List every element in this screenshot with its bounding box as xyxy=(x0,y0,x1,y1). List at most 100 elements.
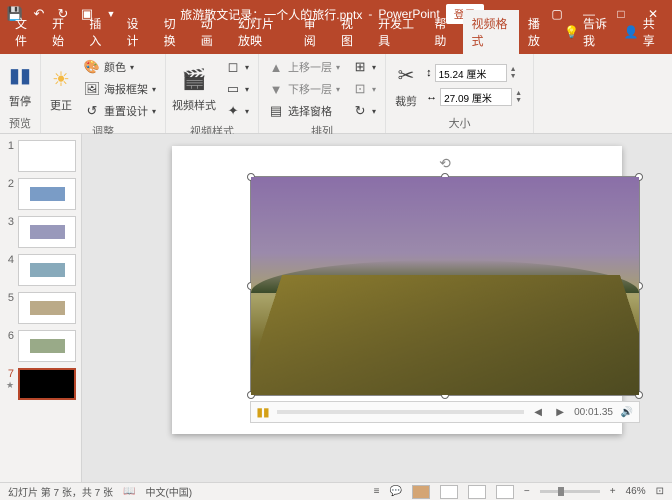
width-icon: ↔ xyxy=(426,91,437,103)
thumbnail-1[interactable]: 1 xyxy=(4,140,77,172)
thumbnail-7[interactable]: 7★ xyxy=(4,368,77,400)
player-prev-icon[interactable]: ◀ xyxy=(530,407,546,418)
player-volume-icon[interactable]: 🔊 xyxy=(619,407,635,418)
status-bar: 幻灯片 第 7 张，共 7 张 📖 中文(中国) ≡ 💬 − + 46% ⊡ xyxy=(0,482,672,500)
color-button[interactable]: 🎨颜色▾ xyxy=(81,57,159,77)
tab-video-format[interactable]: 视频格式 xyxy=(463,10,519,54)
lightbulb-icon: 💡 xyxy=(564,25,579,39)
height-up[interactable]: ▲ xyxy=(510,66,522,73)
ribbon-tabs: 文件 开始 插入 设计 切换 动画 幻灯片放映 审阅 视图 开发工具 帮助 视频… xyxy=(0,28,672,54)
height-icon: ↕ xyxy=(426,67,432,79)
tell-me[interactable]: 💡告诉我 xyxy=(556,10,616,54)
reset-icon: ↺ xyxy=(84,103,100,119)
video-effects-button[interactable]: ✦▾ xyxy=(222,101,252,121)
zoom-in-button[interactable]: + xyxy=(610,486,616,497)
tab-review[interactable]: 审阅 xyxy=(295,10,332,54)
animation-indicator-icon: ★ xyxy=(6,380,14,391)
sorter-view-icon[interactable] xyxy=(440,485,458,499)
group-button[interactable]: ⊡▾ xyxy=(349,79,379,99)
rotate-button[interactable]: ↻▾ xyxy=(349,101,379,121)
align-icon: ⊞ xyxy=(352,59,368,75)
height-input[interactable]: 15.24 厘米 xyxy=(435,64,507,82)
bring-forward-button[interactable]: ▲上移一层▾ xyxy=(265,57,343,77)
group-icon: ⊡ xyxy=(352,81,368,97)
language-indicator[interactable]: 中文(中国) xyxy=(145,484,192,499)
player-next-icon[interactable]: ▶ xyxy=(552,407,568,418)
video-player-bar: ▮▮ ◀ ▶ 00:01.35 🔊 xyxy=(250,401,640,423)
tab-home[interactable]: 开始 xyxy=(43,10,80,54)
tab-insert[interactable]: 插入 xyxy=(80,10,117,54)
tab-help[interactable]: 帮助 xyxy=(425,10,462,54)
reset-design-button[interactable]: ↺重置设计▾ xyxy=(81,101,159,121)
tab-view[interactable]: 视图 xyxy=(332,10,369,54)
align-button[interactable]: ⊞▾ xyxy=(349,57,379,77)
tab-file[interactable]: 文件 xyxy=(6,10,43,54)
tab-transitions[interactable]: 切换 xyxy=(155,10,192,54)
corrections-button[interactable]: ☀ 更正 xyxy=(47,66,75,113)
player-track[interactable] xyxy=(277,410,524,414)
thumbnail-5[interactable]: 5 xyxy=(4,292,77,324)
video-styles-icon: 🎬 xyxy=(180,66,208,94)
forward-icon: ▲ xyxy=(268,59,284,75)
video-styles-button[interactable]: 🎬 视频样式 xyxy=(172,66,216,113)
tab-playback[interactable]: 播放 xyxy=(519,10,556,54)
ribbon: ▮▮ 暂停 预览 ☀ 更正 🎨颜色▾ 🖼海报框架▾ ↺重置设计▾ 调整 🎬 视频… xyxy=(0,54,672,134)
rotate-icon: ↻ xyxy=(352,103,368,119)
effects-icon: ✦ xyxy=(225,103,241,119)
spell-check-icon[interactable]: 📖 xyxy=(123,486,135,497)
slide-canvas[interactable]: ⟲ ▮▮ ◀ ▶ 00:01.35 🔊 xyxy=(82,134,672,482)
fit-to-window-icon[interactable]: ⊡ xyxy=(656,486,664,497)
group-video-styles: 🎬 视频样式 ◻▾ ▭▾ ✦▾ 视频样式 xyxy=(166,54,259,133)
work-area: 1 2 3 4 5 6 7★ ⟲ xyxy=(0,134,672,482)
width-input[interactable]: 27.09 厘米 xyxy=(440,88,512,106)
video-frame xyxy=(251,177,639,395)
selection-icon: ▤ xyxy=(268,103,284,119)
reading-view-icon[interactable] xyxy=(468,485,486,499)
crop-icon: ✂ xyxy=(392,62,420,90)
backward-icon: ▼ xyxy=(268,81,284,97)
player-time: 00:01.35 xyxy=(574,407,613,418)
crop-button[interactable]: ✂ 裁剪 xyxy=(392,62,420,109)
shape-icon: ◻ xyxy=(225,59,241,75)
height-down[interactable]: ▼ xyxy=(510,73,522,80)
share-icon: 👤 xyxy=(624,25,639,39)
share-button[interactable]: 👤共享 xyxy=(616,10,666,54)
tab-animations[interactable]: 动画 xyxy=(192,10,229,54)
notes-button[interactable]: ≡ xyxy=(374,486,380,497)
slide: ⟲ ▮▮ ◀ ▶ 00:01.35 🔊 xyxy=(172,146,622,434)
video-object[interactable]: ⟲ xyxy=(250,176,640,396)
thumbnail-6[interactable]: 6 xyxy=(4,330,77,362)
send-backward-button[interactable]: ▼下移一层▾ xyxy=(265,79,343,99)
palette-icon: 🎨 xyxy=(84,59,100,75)
thumbnail-3[interactable]: 3 xyxy=(4,216,77,248)
video-shape-button[interactable]: ◻▾ xyxy=(222,57,252,77)
player-pause-icon[interactable]: ▮▮ xyxy=(255,405,271,419)
group-adjust: ☀ 更正 🎨颜色▾ 🖼海报框架▾ ↺重置设计▾ 调整 xyxy=(41,54,166,133)
zoom-level[interactable]: 46% xyxy=(626,486,646,497)
slide-counter[interactable]: 幻灯片 第 7 张，共 7 张 xyxy=(8,484,113,499)
zoom-slider[interactable] xyxy=(540,490,600,493)
tab-slideshow[interactable]: 幻灯片放映 xyxy=(229,10,295,54)
comments-button[interactable]: 💬 xyxy=(389,486,401,497)
frame-icon: 🖼 xyxy=(84,81,100,97)
group-arrange: ▲上移一层▾ ▼下移一层▾ ▤选择窗格 ⊞▾ ⊡▾ ↻▾ 排列 xyxy=(259,54,386,133)
normal-view-icon[interactable] xyxy=(412,485,430,499)
slide-thumbnails-panel[interactable]: 1 2 3 4 5 6 7★ xyxy=(0,134,82,482)
thumbnail-4[interactable]: 4 xyxy=(4,254,77,286)
tab-design[interactable]: 设计 xyxy=(117,10,154,54)
pause-button[interactable]: ▮▮ 暂停 xyxy=(6,62,34,109)
rotate-handle-icon[interactable]: ⟲ xyxy=(439,155,451,172)
width-down[interactable]: ▼ xyxy=(515,97,527,104)
thumbnail-2[interactable]: 2 xyxy=(4,178,77,210)
tab-devtools[interactable]: 开发工具 xyxy=(369,10,425,54)
video-border-button[interactable]: ▭▾ xyxy=(222,79,252,99)
width-up[interactable]: ▲ xyxy=(515,90,527,97)
poster-frame-button[interactable]: 🖼海报框架▾ xyxy=(81,79,159,99)
zoom-out-button[interactable]: − xyxy=(524,486,530,497)
group-size: ✂ 裁剪 ↕ 15.24 厘米 ▲▼ ↔ 27.09 厘米 ▲▼ 大小 xyxy=(386,54,534,133)
border-icon: ▭ xyxy=(225,81,241,97)
sun-icon: ☀ xyxy=(47,66,75,94)
group-preview: ▮▮ 暂停 预览 xyxy=(0,54,41,133)
slideshow-view-icon[interactable] xyxy=(496,485,514,499)
selection-pane-button[interactable]: ▤选择窗格 xyxy=(265,101,343,121)
